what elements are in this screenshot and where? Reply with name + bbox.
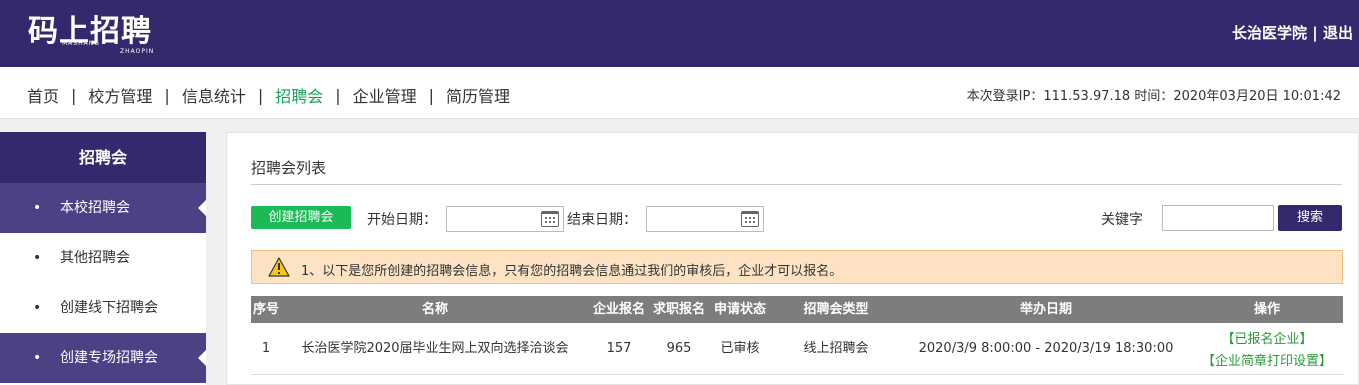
login-info: 本次登录IP：111.53.97.18 时间：2020年03月20日 10:01… bbox=[966, 89, 1341, 104]
cell-job-signups: 965 bbox=[666, 341, 692, 356]
main-nav-bar: 首页 | 校方管理 | 信息统计 | 招聘会 | 企业管理 | 简历管理 本次登… bbox=[0, 67, 1359, 119]
start-date-label: 开始日期： bbox=[367, 212, 437, 228]
column-header: 求职报名 bbox=[652, 302, 705, 317]
cell-operations: 【已报名企业】 【企业简章打印设置】 bbox=[1191, 329, 1343, 373]
sidebar-item-label: 本校招聘会 bbox=[60, 200, 130, 216]
end-date-input[interactable] bbox=[646, 206, 764, 232]
bullet-icon: • bbox=[33, 250, 42, 266]
top-header-bar: 码上招聘 MASHANG ZHAOPIN 长治医学院 | 退出 bbox=[0, 0, 1359, 67]
sidebar-title: 招聘会 bbox=[0, 132, 206, 183]
column-header: 招聘会类型 bbox=[803, 302, 869, 317]
cell-index: 1 bbox=[261, 341, 271, 356]
start-date-input[interactable] bbox=[446, 206, 564, 232]
table-header: 序号 名称 企业报名 求职报名 申请状态 招聘会类型 举办日期 操作 bbox=[251, 296, 1343, 323]
warning-icon bbox=[268, 257, 290, 277]
logout-link[interactable]: 退出 bbox=[1323, 24, 1353, 42]
user-name[interactable]: 长治医学院 bbox=[1232, 24, 1307, 42]
create-job-fair-button[interactable]: 创建招聘会 bbox=[251, 206, 351, 229]
sidebar: 招聘会 • 本校招聘会 • 其他招聘会 • 创建线下招聘会 • 创建专场招聘会 bbox=[0, 132, 206, 385]
nav-separator: | bbox=[71, 85, 77, 105]
calendar-icon[interactable] bbox=[541, 211, 559, 227]
registered-companies-link[interactable]: 【已报名企业】 bbox=[1191, 329, 1343, 351]
column-header: 举办日期 bbox=[1019, 302, 1072, 317]
sidebar-item-other-job-fair[interactable]: • 其他招聘会 bbox=[0, 233, 206, 283]
search-button[interactable]: 搜索 bbox=[1278, 205, 1342, 231]
nav-item-job-fair[interactable]: 招聘会 bbox=[275, 83, 323, 107]
cell-company-signups: 157 bbox=[606, 341, 632, 356]
bullet-icon: • bbox=[33, 300, 42, 316]
main-nav: 首页 | 校方管理 | 信息统计 | 招聘会 | 企业管理 | 简历管理 bbox=[27, 83, 510, 107]
column-header: 申请状态 bbox=[713, 302, 766, 317]
user-divider: | bbox=[1312, 24, 1318, 42]
column-header: 序号 bbox=[252, 302, 279, 317]
keyword-label: 关键字 bbox=[1101, 212, 1143, 228]
nav-item-company-management[interactable]: 企业管理 bbox=[353, 83, 417, 107]
bullet-icon: • bbox=[33, 350, 42, 366]
bullet-icon: • bbox=[33, 200, 42, 216]
end-date-label: 结束日期： bbox=[567, 212, 637, 228]
logo-subtext-right: ZHAOPIN bbox=[120, 48, 155, 55]
sidebar-item-label: 创建线下招聘会 bbox=[60, 300, 158, 316]
nav-item-resume-management[interactable]: 简历管理 bbox=[446, 83, 510, 107]
nav-separator: | bbox=[428, 85, 435, 105]
logo[interactable]: 码上招聘 MASHANG ZHAOPIN bbox=[28, 14, 158, 56]
sidebar-item-label: 其他招聘会 bbox=[60, 250, 130, 266]
column-header: 操作 bbox=[1253, 302, 1280, 317]
title-divider bbox=[251, 184, 1342, 185]
notice-box: 1、以下是您所创建的招聘会信息，只有您的招聘会信息通过我们的审核后，企业才可以报… bbox=[251, 250, 1343, 284]
keyword-input[interactable] bbox=[1162, 205, 1274, 231]
nav-separator: | bbox=[164, 85, 170, 105]
logo-subtext-left: MASHANG bbox=[62, 40, 100, 47]
sidebar-item-school-job-fair[interactable]: • 本校招聘会 bbox=[0, 183, 206, 233]
nav-item-school-management[interactable]: 校方管理 bbox=[88, 83, 152, 107]
sidebar-item-label: 创建专场招聘会 bbox=[60, 350, 158, 366]
cell-name: 长治医学院2020届毕业生网上双向选择洽谈会 bbox=[301, 341, 569, 356]
table-row: 1 长治医学院2020届毕业生网上双向选择洽谈会 157 965 已审核 线上招… bbox=[251, 323, 1343, 375]
nav-item-statistics[interactable]: 信息统计 bbox=[182, 83, 246, 107]
sidebar-item-create-offline-fair[interactable]: • 创建线下招聘会 bbox=[0, 283, 206, 333]
nav-separator: | bbox=[335, 85, 341, 105]
cell-type: 线上招聘会 bbox=[803, 341, 869, 356]
user-area: 长治医学院 | 退出 bbox=[1232, 22, 1353, 43]
page-title: 招聘会列表 bbox=[251, 159, 327, 177]
column-header: 名称 bbox=[421, 302, 448, 317]
cell-date: 2020/3/9 8:00:00 - 2020/3/19 18:30:00 bbox=[918, 341, 1174, 356]
cell-status: 已审核 bbox=[720, 341, 760, 356]
nav-separator: | bbox=[257, 85, 264, 105]
brochure-print-settings-link[interactable]: 【企业简章打印设置】 bbox=[1191, 351, 1343, 373]
notice-text: 1、以下是您所创建的招聘会信息，只有您的招聘会信息通过我们的审核后，企业才可以报… bbox=[301, 264, 843, 279]
nav-item-home[interactable]: 首页 bbox=[27, 83, 59, 107]
column-header: 企业报名 bbox=[592, 302, 645, 317]
main-panel: 招聘会列表 创建招聘会 开始日期： 结束日期： 关键字 搜索 1、以下是您所创建… bbox=[226, 132, 1359, 385]
sidebar-item-create-special-fair[interactable]: • 创建专场招聘会 bbox=[0, 333, 206, 383]
calendar-icon[interactable] bbox=[741, 211, 759, 227]
